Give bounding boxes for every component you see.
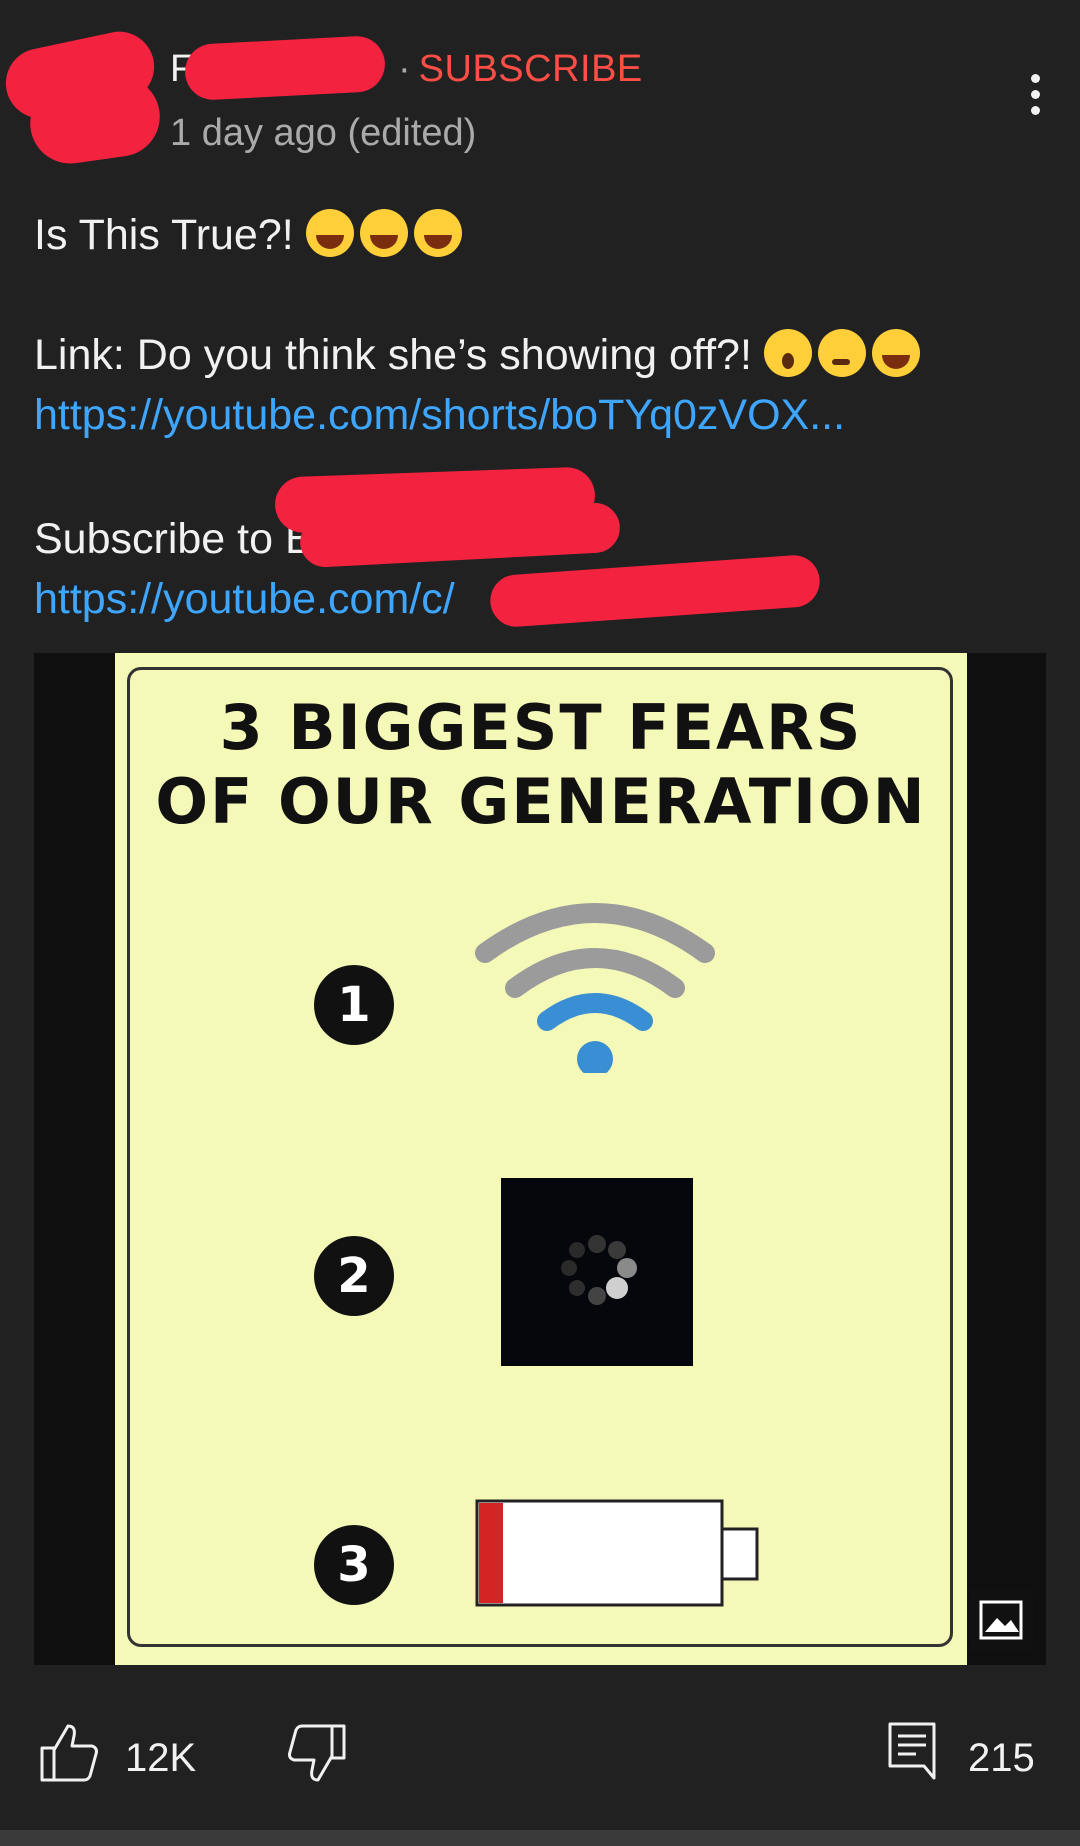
like-count: 12K bbox=[125, 1736, 197, 1780]
post-line-1-text: Is This True?! bbox=[34, 211, 294, 259]
comment-icon[interactable] bbox=[888, 1722, 936, 1782]
post-body: Is This True?! Link: Do you think she’s … bbox=[34, 205, 1034, 629]
laughing-emoji-icon bbox=[413, 209, 462, 257]
bottom-divider bbox=[0, 1830, 1080, 1846]
post-line-1: Is This True?! bbox=[34, 205, 1034, 265]
low-battery-icon bbox=[475, 1499, 759, 1607]
comment-count: 215 bbox=[968, 1736, 1035, 1780]
wifi-weak-icon bbox=[475, 903, 715, 1073]
redaction-mark bbox=[183, 34, 387, 102]
post-actions-bar: 12K 215 bbox=[0, 1700, 1080, 1810]
meme-title: 3 BIGGEST FEARS OF OUR GENERATION bbox=[115, 691, 967, 839]
number-badge-3: 3 bbox=[314, 1525, 394, 1605]
meme-title-line-2: OF OUR GENERATION bbox=[155, 765, 927, 838]
number-badge-2: 2 bbox=[314, 1236, 394, 1316]
subscribe-button[interactable]: SUBSCRIBE bbox=[419, 48, 643, 90]
post-header: F s·SUBSCRIBE 1 day ago (edited) bbox=[0, 0, 1080, 170]
meme-title-line-1: 3 BIGGEST FEARS bbox=[219, 691, 863, 764]
like-icon[interactable] bbox=[38, 1722, 100, 1784]
post-image[interactable]: 3 BIGGEST FEARS OF OUR GENERATION 1 2 3 bbox=[34, 653, 1046, 1665]
meme-image: 3 BIGGEST FEARS OF OUR GENERATION 1 2 3 bbox=[115, 653, 967, 1665]
separator-dot: · bbox=[398, 48, 411, 90]
surprised-emoji-icon bbox=[763, 329, 812, 377]
post-line-2: Link: Do you think she’s showing off?! bbox=[34, 325, 1034, 385]
gallery-icon[interactable] bbox=[969, 1588, 1033, 1652]
loading-spinner-icon bbox=[501, 1178, 693, 1366]
shorts-link[interactable]: https://youtube.com/shorts/boTYq0zVOX... bbox=[34, 391, 845, 439]
more-options-icon[interactable] bbox=[1020, 74, 1050, 124]
post-timestamp: 1 day ago (edited) bbox=[170, 112, 477, 154]
post-line-2-text: Link: Do you think she’s showing off?! bbox=[34, 331, 752, 379]
laughing-emoji-icon bbox=[871, 329, 920, 377]
laughing-emoji-icon bbox=[359, 209, 408, 257]
channel-link[interactable]: https://youtube.com/c/ bbox=[34, 575, 455, 623]
number-badge-1: 1 bbox=[314, 965, 394, 1045]
laughing-emoji-icon bbox=[305, 209, 354, 257]
dislike-icon[interactable] bbox=[286, 1722, 348, 1784]
thinking-emoji-icon bbox=[817, 329, 866, 377]
